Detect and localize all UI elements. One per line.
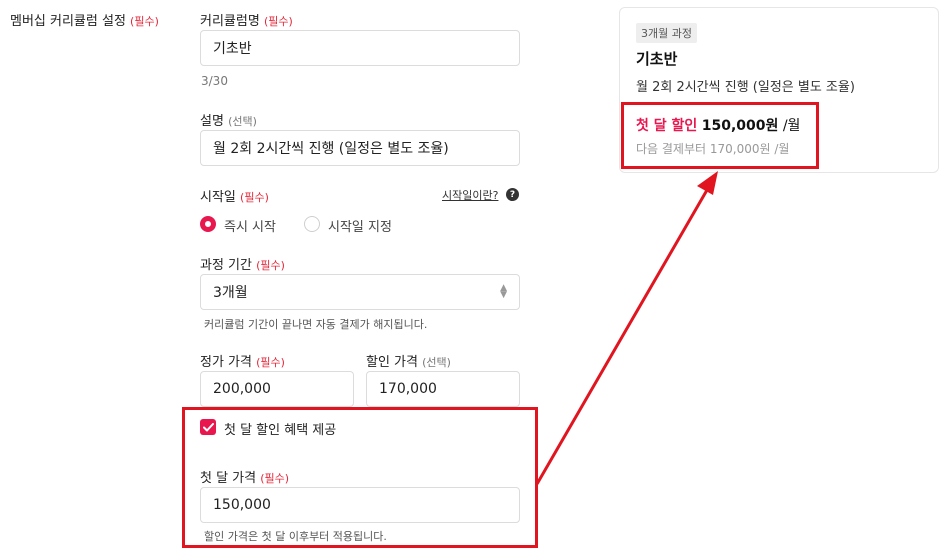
arrow-head-icon <box>697 171 718 195</box>
annotation-arrow <box>535 171 718 485</box>
